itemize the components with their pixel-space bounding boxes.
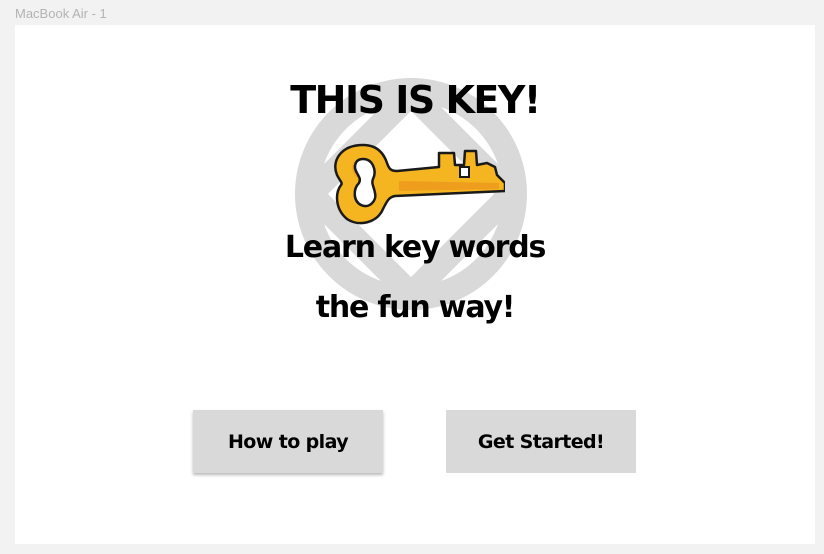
tagline-line-1: Learn key words <box>284 230 546 265</box>
golden-key-icon <box>334 143 505 225</box>
app-title: THIS IS KEY! <box>290 78 541 122</box>
artboard: THIS IS KEY! Learn key words the fun way… <box>15 25 815 544</box>
tagline-line-2: the fun way! <box>315 290 516 325</box>
get-started-button[interactable]: Get Started! <box>446 410 636 473</box>
how-to-play-button[interactable]: How to play <box>193 410 383 473</box>
artboard-label: MacBook Air - 1 <box>15 6 107 21</box>
